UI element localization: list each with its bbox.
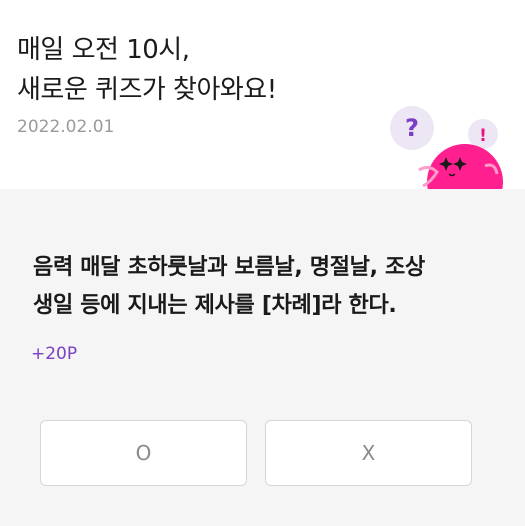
quiz-date: 2022.02.01 — [17, 117, 115, 137]
question-line-1: 음력 매달 초하룻날과 보름날, 명절날, 조상 — [33, 255, 425, 280]
quiz-header: 매일 오전 10시, 새로운 퀴즈가 찾아와요! 2022.02.01 ? ! — [0, 0, 525, 189]
title-line-2: 새로운 퀴즈가 찾아와요! — [17, 75, 277, 105]
page-title: 매일 오전 10시, 새로운 퀴즈가 찾아와요! — [17, 30, 277, 110]
answer-x-label: X — [361, 441, 376, 465]
mascot-illustration: ? ! — [385, 100, 525, 189]
answer-o-label: O — [135, 441, 152, 465]
quiz-question: 음력 매달 초하룻날과 보름날, 명절날, 조상 생일 등에 지내는 제사를 [… — [33, 249, 503, 325]
answer-x-button[interactable]: X — [265, 420, 472, 486]
question-mark-icon: ? — [405, 114, 419, 142]
quiz-card: 음력 매달 초하룻날과 보름날, 명절날, 조상 생일 등에 지내는 제사를 [… — [0, 189, 525, 526]
question-line-2: 생일 등에 지내는 제사를 [차례]라 한다. — [33, 293, 397, 318]
answer-o-button[interactable]: O — [40, 420, 247, 486]
mascot-svg: ? ! — [390, 106, 503, 189]
reward-points: +20P — [31, 344, 78, 364]
title-line-1: 매일 오전 10시, — [17, 35, 190, 65]
exclamation-icon: ! — [479, 126, 487, 146]
